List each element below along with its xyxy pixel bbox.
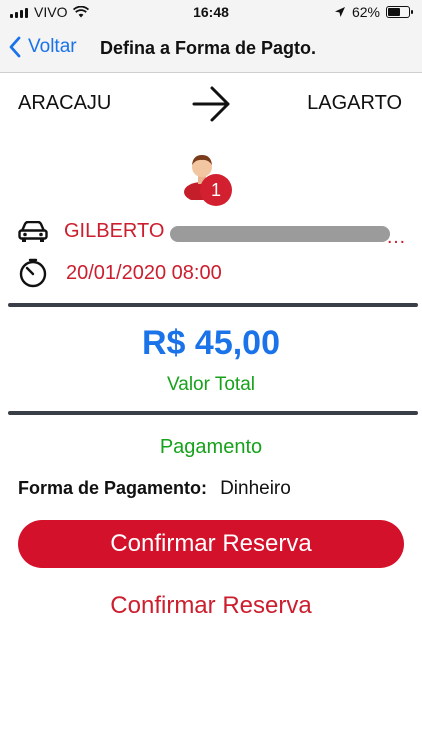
- confirm-reservation-link[interactable]: Confirmar Reserva: [0, 592, 422, 620]
- battery-group: 62%: [334, 4, 413, 20]
- back-button[interactable]: Voltar: [8, 36, 77, 58]
- passenger-count-badge: 1: [200, 174, 232, 206]
- back-label: Voltar: [28, 36, 77, 57]
- truncation-ellipsis: …: [386, 226, 406, 248]
- battery-percent: 62%: [351, 4, 380, 20]
- driver-name: GILBERTO: [64, 220, 165, 242]
- datetime-row: 20/01/2020 08:00: [18, 258, 222, 288]
- payment-section-title: Pagamento: [159, 436, 263, 458]
- route-header: ARACAJU LAGARTO: [0, 78, 422, 130]
- page-title: Defina a Forma de Pagto.: [100, 38, 317, 58]
- navigation-bar: Voltar Defina a Forma de Pagto.: [0, 26, 422, 73]
- origin-city: ARACAJU: [18, 92, 112, 114]
- battery-icon: [386, 6, 413, 18]
- location-arrow-icon: [334, 7, 345, 17]
- arrow-right-icon: [192, 86, 230, 122]
- stopwatch-icon: [19, 258, 47, 288]
- status-bar: VIVO 16:48 62%: [0, 0, 422, 26]
- confirm-reservation-button[interactable]: Confirmar Reserva: [18, 520, 404, 568]
- car-icon: [18, 220, 48, 242]
- divider-top: [8, 303, 418, 307]
- redacted-text: [170, 226, 390, 242]
- payment-method-value[interactable]: Dinheiro: [220, 478, 291, 499]
- chevron-left-icon: [9, 36, 21, 58]
- payment-method-row: Forma de Pagamento: Dinheiro: [18, 478, 291, 500]
- passenger-avatar: 1: [178, 150, 238, 210]
- divider-bottom: [8, 411, 418, 415]
- total-value: R$ 45,00: [142, 324, 280, 362]
- destination-city: LAGARTO: [307, 92, 402, 114]
- trip-datetime: 20/01/2020 08:00: [66, 261, 222, 284]
- payment-method-label: Forma de Pagamento:: [18, 478, 208, 498]
- total-label: Valor Total: [166, 374, 255, 395]
